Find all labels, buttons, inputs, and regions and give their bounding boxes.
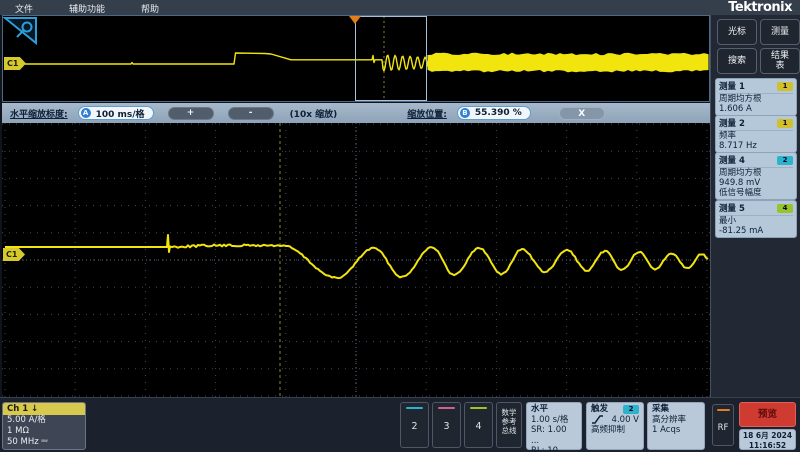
measurement-value: 8.717 Hz [719, 141, 793, 151]
menu-file[interactable]: 文件 [12, 1, 36, 16]
horizontal-badge[interactable]: 水平 1.00 s/格 SR: 1.00 ... RL: 10 Mpts [526, 402, 582, 450]
zoom-scale-label: 水平缩放标度: [10, 107, 68, 120]
channel4-button[interactable]: 4 [464, 402, 493, 448]
zoom-window-box[interactable] [355, 16, 427, 101]
channel1-header: Ch 1 ↓ [3, 403, 85, 415]
channel3-color-bar [438, 407, 455, 409]
source-badge: 2 [777, 156, 793, 165]
channel1-impedance: 1 MΩ [3, 426, 85, 437]
bandwidth-limit-icon: ᴮᵂ [41, 439, 47, 446]
measurement-title: 测量 2 [719, 117, 745, 129]
channel3-button[interactable]: 3 [432, 402, 461, 448]
zoom-position-label: 缩放位置: [407, 107, 447, 120]
waveform-overview-panel[interactable]: C1 [2, 15, 710, 102]
source-badge: 1 [777, 82, 793, 91]
measurement-title: 测量 1 [719, 80, 745, 92]
rising-edge-icon [591, 415, 604, 424]
trigger-title: 触发 [591, 404, 608, 415]
trigger-level: 4.00 V [612, 415, 639, 426]
menu-utility[interactable]: 辅助功能 [66, 1, 108, 16]
arrow-down-icon: ↓ [31, 404, 38, 414]
math-ref-bus-button[interactable]: 数学 参考 总线 [496, 402, 522, 448]
zoom-out-button[interactable]: - [228, 107, 274, 120]
menu-help[interactable]: 帮助 [138, 1, 162, 16]
measurement-badge-5[interactable]: 测量 5 4 最小 -81.25 mA [715, 200, 797, 238]
rf-button[interactable]: RF [712, 404, 734, 446]
measurement-badge-4[interactable]: 测量 4 2 周期均方根 949.8 mV 低信号幅度 [715, 152, 797, 200]
zoom-scale-text: 100 ms/格 [96, 107, 145, 120]
preview-button[interactable]: 预览 [739, 402, 796, 427]
trigger-source-badge: 2 [623, 405, 639, 414]
zoom-overview-icon[interactable] [3, 16, 39, 46]
knob-b-icon: B [460, 108, 470, 118]
tektronix-logo: Tektronix [728, 0, 792, 15]
measurement-title: 测量 5 [719, 202, 745, 214]
channel2-button[interactable]: 2 [400, 402, 429, 448]
sample-rate: SR: 1.00 ... [531, 425, 577, 446]
measurement-value: 1.606 A [719, 104, 793, 114]
measurement-badge-1[interactable]: 测量 1 1 周期均方根 1.606 A [715, 78, 797, 116]
acquisition-badge[interactable]: 采集 高分辨率 1 Acqs [647, 402, 705, 450]
main-waveform [2, 123, 710, 397]
trigger-badge[interactable]: 触发 2 4.00 V 高频抑制 [586, 402, 644, 450]
search-button[interactable]: 搜索 [717, 48, 757, 74]
measurement-type: 最小 [719, 216, 793, 226]
close-zoom-button[interactable]: X [559, 107, 605, 120]
datetime-badge: 18 6月 2024 11:16:52 [739, 429, 796, 450]
measurement-warning: 低信号幅度 [719, 188, 793, 198]
main-waveform-view[interactable]: C1 [2, 123, 710, 397]
right-sidebar: 光标 测量 搜索 结果表 测量 1 1 周期均方根 1.606 A 测量 2 1… [710, 15, 800, 397]
measurement-title: 测量 4 [719, 154, 745, 166]
zoom-position-value[interactable]: B 55.390 % [457, 106, 531, 120]
source-badge: 1 [777, 119, 793, 128]
measurement-badge-2[interactable]: 测量 2 1 频率 8.717 Hz [715, 115, 797, 153]
horizontal-title: 水平 [531, 404, 577, 415]
measure-button[interactable]: 测量 [760, 19, 800, 45]
measurement-type: 频率 [719, 131, 793, 141]
knob-a-icon: A [81, 108, 91, 118]
acquisition-count: 1 Acqs [652, 425, 700, 436]
acquisition-title: 采集 [652, 404, 700, 415]
cursor-button[interactable]: 光标 [717, 19, 757, 45]
zoom-position-text: 55.390 % [475, 108, 522, 118]
source-badge: 4 [777, 204, 793, 213]
channel1-scale: 5.00 A/格 [3, 415, 85, 426]
channel2-color-bar [406, 407, 423, 409]
horizontal-zoom-bar: 水平缩放标度: A 100 ms/格 + - (10x 缩放) 缩放位置: B … [2, 103, 710, 123]
rf-color-bar [717, 409, 730, 411]
channel1-bandwidth: 50 MHz ᴮᵂ [3, 437, 85, 448]
zoom-in-button[interactable]: + [168, 107, 214, 120]
measurement-type: 周期均方根 [719, 168, 793, 178]
record-length: RL: 10 Mpts [531, 446, 577, 452]
bottom-bar: Ch 1 ↓ 5.00 A/格 1 MΩ 50 MHz ᴮᵂ 2 3 4 数学 … [0, 397, 800, 452]
measurement-value: 949.8 mV [719, 178, 793, 188]
channel4-color-bar [470, 407, 487, 409]
zoom-scale-value[interactable]: A 100 ms/格 [78, 106, 154, 120]
acquisition-mode: 高分辨率 [652, 415, 700, 426]
trigger-coupling: 高频抑制 [591, 425, 639, 436]
results-table-button[interactable]: 结果表 [760, 48, 800, 74]
horizontal-scale: 1.00 s/格 [531, 415, 577, 426]
time-label: 11:16:52 [740, 441, 795, 451]
zoom-factor-label: (10x 缩放) [290, 107, 338, 120]
channel1-badge[interactable]: Ch 1 ↓ 5.00 A/格 1 MΩ 50 MHz ᴮᵂ [2, 402, 86, 450]
date-label: 18 6月 2024 [740, 431, 795, 441]
oscilloscope-screen: 文件 辅助功能 帮助 Tektronix C1 水平缩放标度: A 100 ms… [0, 0, 800, 452]
measurement-type: 周期均方根 [719, 94, 793, 104]
measurement-value: -81.25 mA [719, 226, 793, 236]
trigger-position-marker-icon[interactable] [349, 16, 361, 24]
menu-bar: 文件 辅助功能 帮助 Tektronix [0, 0, 800, 15]
